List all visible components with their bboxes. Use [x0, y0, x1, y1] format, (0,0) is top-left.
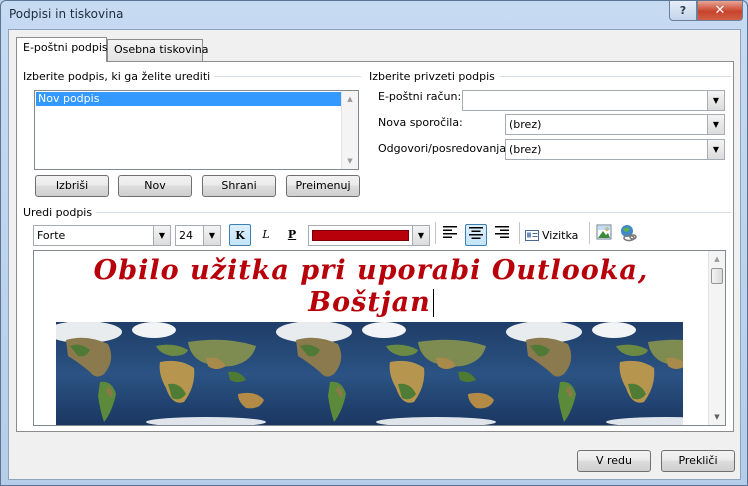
edit-signature-divider: [33, 212, 731, 213]
font-color-select[interactable]: ▼: [308, 225, 430, 246]
font-color-swatch: [312, 230, 409, 241]
align-right-icon: [495, 226, 509, 238]
new-button[interactable]: Nov: [118, 175, 192, 197]
insert-hyperlink-button[interactable]: [617, 224, 639, 246]
help-button[interactable]: ?: [669, 1, 697, 21]
font-size-value: 24: [179, 229, 193, 242]
new-messages-select[interactable]: (brez) ▼: [505, 114, 725, 135]
chevron-down-icon[interactable]: ▼: [707, 115, 724, 134]
signature-list[interactable]: Nov podpis ▲ ▼: [34, 90, 359, 170]
window-title: Podpisi in tiskovina: [9, 7, 124, 21]
signature-list-scrollbar[interactable]: ▲ ▼: [341, 91, 358, 169]
chevron-down-icon[interactable]: ▼: [412, 226, 429, 245]
tab-email-signature[interactable]: E-poštni podpis: [16, 37, 108, 62]
list-item[interactable]: Nov podpis: [36, 92, 342, 106]
world-map-image: [56, 322, 683, 425]
dialog-client-area: E-poštni podpis Osebna tiskovina Izberit…: [8, 29, 741, 480]
replies-forwards-value: (brez): [509, 143, 542, 156]
scroll-down-icon[interactable]: ▼: [709, 409, 725, 425]
align-left-button[interactable]: [439, 224, 461, 246]
toolbar-separator: [519, 222, 520, 244]
align-right-button[interactable]: [491, 224, 513, 246]
signature-line-2: Boštjan: [308, 287, 431, 318]
delete-button[interactable]: Izbriši: [35, 175, 109, 197]
edit-signature-group-label: Izberite podpis, ki ga želite urediti: [23, 70, 215, 83]
cancel-button[interactable]: Prekliči: [661, 450, 735, 472]
edit-signature-label: Uredi podpis: [23, 206, 97, 219]
replies-forwards-select[interactable]: (brez) ▼: [505, 139, 725, 160]
rename-button[interactable]: Preimenuj: [286, 175, 360, 197]
business-card-icon: [525, 229, 539, 241]
email-account-label: E-poštni račun:: [378, 90, 462, 103]
bold-button[interactable]: K: [229, 224, 251, 246]
chevron-down-icon[interactable]: ▼: [707, 91, 724, 110]
text-caret: [432, 289, 434, 317]
toolbar-separator: [435, 222, 436, 244]
email-account-select[interactable]: ▼: [462, 90, 725, 111]
chevron-down-icon[interactable]: ▼: [203, 226, 220, 245]
align-left-icon: [443, 226, 457, 238]
scroll-up-icon[interactable]: ▲: [342, 91, 358, 107]
signature-editor-scrollbar[interactable]: ▲ ▼: [708, 251, 725, 425]
font-size-select[interactable]: 24 ▼: [175, 225, 221, 246]
save-button[interactable]: Shrani: [202, 175, 276, 197]
align-center-button[interactable]: [465, 224, 487, 246]
new-messages-value: (brez): [509, 118, 542, 131]
font-select[interactable]: Forte ▼: [33, 225, 171, 246]
chevron-down-icon[interactable]: ▼: [153, 226, 170, 245]
new-messages-label: Nova sporočila:: [378, 116, 463, 129]
scroll-up-icon[interactable]: ▲: [709, 251, 725, 267]
ok-button[interactable]: V redu: [577, 450, 651, 472]
scroll-thumb[interactable]: [711, 268, 723, 284]
italic-button[interactable]: L: [255, 224, 277, 246]
toolbar-separator: [589, 222, 590, 244]
close-button[interactable]: ✕: [697, 1, 743, 21]
signature-line-1: Obilo užitka pri uporabi Outlooka,: [93, 255, 649, 286]
scroll-down-icon[interactable]: ▼: [342, 153, 358, 169]
picture-icon: [596, 224, 612, 240]
business-card-label: Vizitka: [542, 228, 579, 242]
signature-editor[interactable]: Obilo užitka pri uporabi Outlooka, Boštj…: [33, 250, 726, 426]
hyperlink-icon: [621, 225, 637, 242]
font-value: Forte: [37, 229, 66, 242]
replies-forwards-label: Odgovori/posredovanja:: [378, 142, 510, 155]
insert-picture-button[interactable]: [593, 224, 615, 246]
default-signature-group-label: Izberite privzeti podpis: [369, 70, 499, 83]
underline-button[interactable]: P: [281, 224, 303, 246]
signature-line-2-wrap: Boštjan: [34, 287, 708, 318]
business-card-button[interactable]: Vizitka: [525, 224, 581, 246]
title-bar[interactable]: Podpisi in tiskovina ? ✕: [1, 1, 747, 29]
tab-personal-stationery[interactable]: Osebna tiskovina: [107, 39, 208, 61]
chevron-down-icon[interactable]: ▼: [707, 140, 724, 159]
dialog-window: Podpisi in tiskovina ? ✕ E-poštni podpis…: [0, 0, 748, 486]
align-center-icon: [469, 227, 483, 239]
